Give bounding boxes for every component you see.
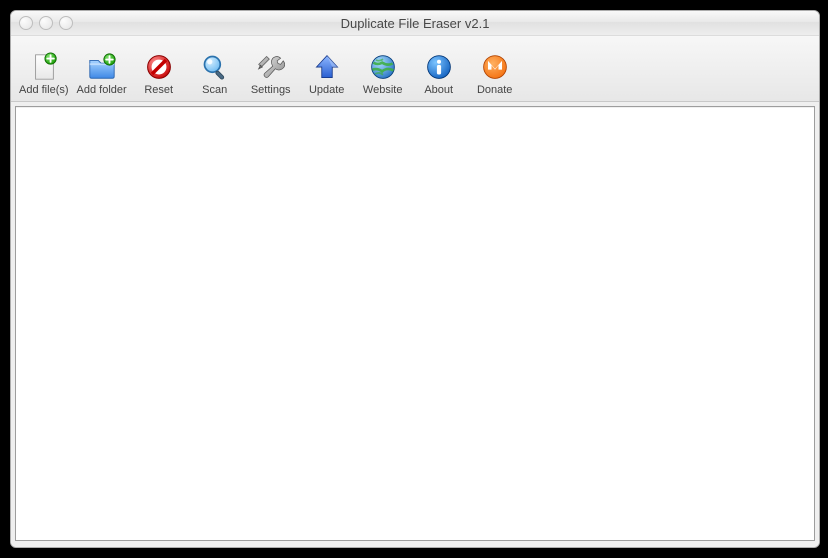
minimize-window-button[interactable] [39, 16, 53, 30]
toolbar-label: Donate [477, 84, 512, 96]
add-folder-icon [86, 51, 118, 83]
donate-button[interactable]: Donate [467, 49, 523, 98]
toolbar-label: Update [309, 84, 344, 96]
file-list-area[interactable] [15, 106, 815, 541]
add-folder-button[interactable]: Add folder [73, 49, 131, 98]
add-file-icon [28, 51, 60, 83]
about-icon [423, 51, 455, 83]
window-controls [11, 16, 73, 30]
donate-icon [479, 51, 511, 83]
reset-icon [143, 51, 175, 83]
close-window-button[interactable] [19, 16, 33, 30]
reset-button[interactable]: Reset [131, 49, 187, 98]
toolbar-label: Add file(s) [19, 84, 69, 96]
update-button[interactable]: Update [299, 49, 355, 98]
website-icon [367, 51, 399, 83]
content-wrap [11, 102, 819, 547]
toolbar-label: Website [363, 84, 403, 96]
scan-icon [199, 51, 231, 83]
settings-icon [255, 51, 287, 83]
settings-button[interactable]: Settings [243, 49, 299, 98]
toolbar: Add file(s) [11, 36, 819, 102]
update-icon [311, 51, 343, 83]
toolbar-label: About [424, 84, 453, 96]
window-title: Duplicate File Eraser v2.1 [11, 16, 819, 31]
add-files-button[interactable]: Add file(s) [15, 49, 73, 98]
zoom-window-button[interactable] [59, 16, 73, 30]
toolbar-label: Settings [251, 84, 291, 96]
app-window: Duplicate File Eraser v2.1 [10, 10, 820, 548]
about-button[interactable]: About [411, 49, 467, 98]
toolbar-label: Reset [144, 84, 173, 96]
toolbar-label: Scan [202, 84, 227, 96]
titlebar: Duplicate File Eraser v2.1 [11, 11, 819, 36]
website-button[interactable]: Website [355, 49, 411, 98]
toolbar-label: Add folder [77, 84, 127, 96]
scan-button[interactable]: Scan [187, 49, 243, 98]
